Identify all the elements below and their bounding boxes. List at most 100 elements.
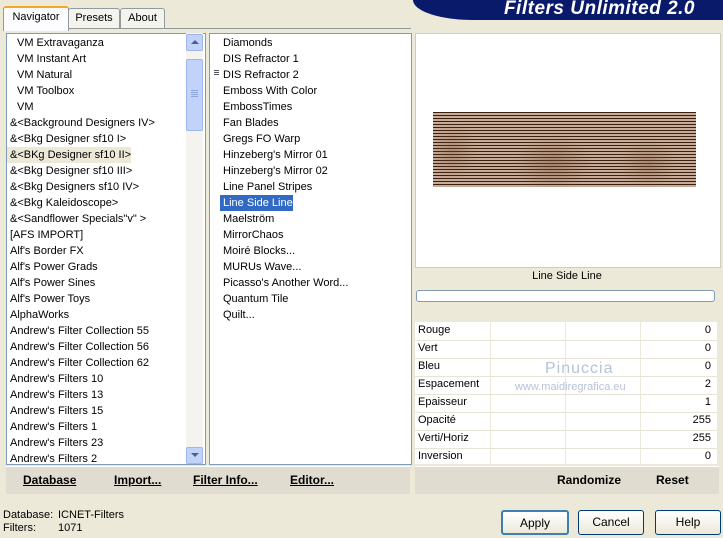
- filter-item[interactable]: Diamonds: [220, 35, 273, 51]
- param-name: Verti/Horiz: [418, 432, 469, 444]
- category-scrollbar[interactable]: [186, 33, 203, 464]
- preview-image: [433, 112, 696, 187]
- param-row[interactable]: Epaisseur 1: [415, 394, 717, 413]
- param-name: Epaisseur: [418, 396, 467, 408]
- category-item[interactable]: Andrew's Filter Collection 62: [7, 355, 149, 371]
- category-item[interactable]: &<Bkg Kaleidoscope>: [7, 195, 118, 211]
- tab-navigator[interactable]: Navigator: [3, 6, 69, 31]
- tab-presets[interactable]: Presets: [68, 8, 120, 29]
- apply-button[interactable]: Apply: [501, 510, 569, 535]
- category-item[interactable]: Andrew's Filters 10: [7, 371, 103, 387]
- help-button[interactable]: Help: [655, 510, 721, 535]
- scroll-down-button[interactable]: [186, 447, 203, 464]
- filter-item[interactable]: Quilt...: [220, 307, 255, 323]
- param-row[interactable]: Inversion 0: [415, 448, 717, 467]
- tab-about[interactable]: About: [120, 8, 165, 29]
- filter-item[interactable]: Line Side Line: [220, 195, 293, 211]
- category-item[interactable]: Andrew's Filters 23: [7, 435, 103, 451]
- parameter-toolbar: Randomize Reset: [415, 466, 719, 494]
- param-name: Inversion: [418, 450, 463, 462]
- category-item[interactable]: Alf's Border FX: [7, 243, 84, 259]
- chevron-down-icon: [191, 453, 199, 457]
- param-value[interactable]: 255: [693, 414, 711, 426]
- category-item[interactable]: Alf's Power Sines: [7, 275, 95, 291]
- category-item[interactable]: &<Background Designers IV>: [7, 115, 155, 131]
- filter-item[interactable]: DIS Refractor 1: [220, 51, 299, 67]
- param-value[interactable]: 2: [705, 378, 711, 390]
- category-item[interactable]: VM Extravaganza: [7, 35, 104, 51]
- category-item[interactable]: &<Sandflower Specials"v" >: [7, 211, 146, 227]
- category-item[interactable]: VM: [7, 99, 34, 115]
- category-item[interactable]: Andrew's Filters 2: [7, 451, 97, 464]
- category-item[interactable]: Alf's Power Grads: [7, 259, 98, 275]
- category-item[interactable]: &<Bkg Designer sf10 III>: [7, 163, 132, 179]
- filters-count-label: Filters:: [3, 522, 36, 534]
- parameter-panel: Rouge 0 Vert 0 Bleu 0 Espacement 2 Epaisseur 1 Opa…: [415, 322, 717, 467]
- filter-item[interactable]: Maelström: [220, 211, 274, 227]
- param-value[interactable]: 0: [705, 360, 711, 372]
- database-value: ICNET-Filters: [58, 509, 124, 521]
- filter-item[interactable]: Picasso's Another Word...: [220, 275, 348, 291]
- category-item[interactable]: &<Bkg Designers sf10 IV>: [7, 179, 139, 195]
- filter-item[interactable]: MURUs Wave...: [220, 259, 301, 275]
- database-button[interactable]: Database: [23, 473, 76, 487]
- param-value[interactable]: 1: [705, 396, 711, 408]
- database-label: Database:: [3, 509, 54, 521]
- param-row[interactable]: Rouge 0: [415, 322, 717, 341]
- param-row[interactable]: Opacité 255: [415, 412, 717, 431]
- filters-count-value: 1071: [58, 522, 83, 534]
- watermark-name: Pinuccia: [545, 360, 614, 377]
- param-name: Espacement: [418, 378, 480, 390]
- import-button[interactable]: Import...: [114, 473, 161, 487]
- param-value[interactable]: 0: [705, 324, 711, 336]
- scroll-up-button[interactable]: [186, 34, 203, 51]
- category-item[interactable]: Alf's Power Toys: [7, 291, 90, 307]
- app-title: Filters Unlimited 2.0: [503, 0, 695, 19]
- param-name: Opacité: [418, 414, 456, 426]
- filter-item[interactable]: Fan Blades: [220, 115, 279, 131]
- filter-item[interactable]: Gregs FO Warp: [220, 131, 300, 147]
- category-item[interactable]: VM Toolbox: [7, 83, 74, 99]
- category-item[interactable]: VM Natural: [7, 67, 72, 83]
- app-banner: Filters Unlimited 2.0: [413, 0, 723, 20]
- chevron-up-icon: [191, 40, 199, 44]
- category-item[interactable]: AlphaWorks: [7, 307, 69, 323]
- randomize-button[interactable]: Randomize: [557, 473, 621, 487]
- filter-item[interactable]: DIS Refractor 2: [220, 67, 299, 83]
- navigator-toolbar: Database Import... Filter Info... Editor…: [6, 466, 410, 494]
- filter-item[interactable]: Hinzeberg's Mirror 02: [220, 163, 328, 179]
- filter-item[interactable]: Emboss With Color: [220, 83, 317, 99]
- param-row[interactable]: Verti/Horiz 255: [415, 430, 717, 449]
- editor-button[interactable]: Editor...: [290, 473, 334, 487]
- param-value[interactable]: 0: [705, 450, 711, 462]
- param-name: Bleu: [418, 360, 441, 372]
- param-value[interactable]: 255: [693, 432, 711, 444]
- watermark-url: www.maidiregrafica.eu: [515, 381, 626, 393]
- filter-info-button[interactable]: Filter Info...: [193, 473, 258, 487]
- filter-list[interactable]: Diamonds DIS Refractor 1 DIS Refractor 2 Em…: [209, 33, 412, 465]
- category-item[interactable]: Andrew's Filters 1: [7, 419, 97, 435]
- category-item[interactable]: Andrew's Filter Collection 55: [7, 323, 149, 339]
- cancel-button[interactable]: Cancel: [578, 510, 644, 535]
- filter-item[interactable]: Hinzeberg's Mirror 01: [220, 147, 328, 163]
- category-item[interactable]: [AFS IMPORT]: [7, 227, 83, 243]
- category-item[interactable]: VM Instant Art: [7, 51, 86, 67]
- scroll-thumb[interactable]: [186, 59, 203, 131]
- param-name: Vert: [418, 342, 438, 354]
- category-item[interactable]: Andrew's Filters 13: [7, 387, 103, 403]
- selected-filter-name: Line Side Line: [532, 270, 602, 282]
- filter-item[interactable]: Quantum Tile: [220, 291, 288, 307]
- category-item[interactable]: Andrew's Filter Collection 56: [7, 339, 149, 355]
- filter-item[interactable]: MirrorChaos: [220, 227, 284, 243]
- param-name: Rouge: [418, 324, 451, 336]
- param-row[interactable]: Vert 0: [415, 340, 717, 359]
- param-value[interactable]: 0: [705, 342, 711, 354]
- category-item[interactable]: &<BKg Designer sf10 II>: [7, 147, 132, 163]
- filter-item[interactable]: Line Panel Stripes: [220, 179, 312, 195]
- filter-item[interactable]: EmbossTimes: [220, 99, 292, 115]
- filter-item[interactable]: Moiré Blocks...: [220, 243, 295, 259]
- category-list[interactable]: VM Extravaganza VM Instant Art VM Natural V…: [6, 33, 206, 465]
- category-item[interactable]: Andrew's Filters 15: [7, 403, 103, 419]
- reset-button[interactable]: Reset: [656, 473, 689, 487]
- category-item[interactable]: &<Bkg Designer sf10 I>: [7, 131, 126, 147]
